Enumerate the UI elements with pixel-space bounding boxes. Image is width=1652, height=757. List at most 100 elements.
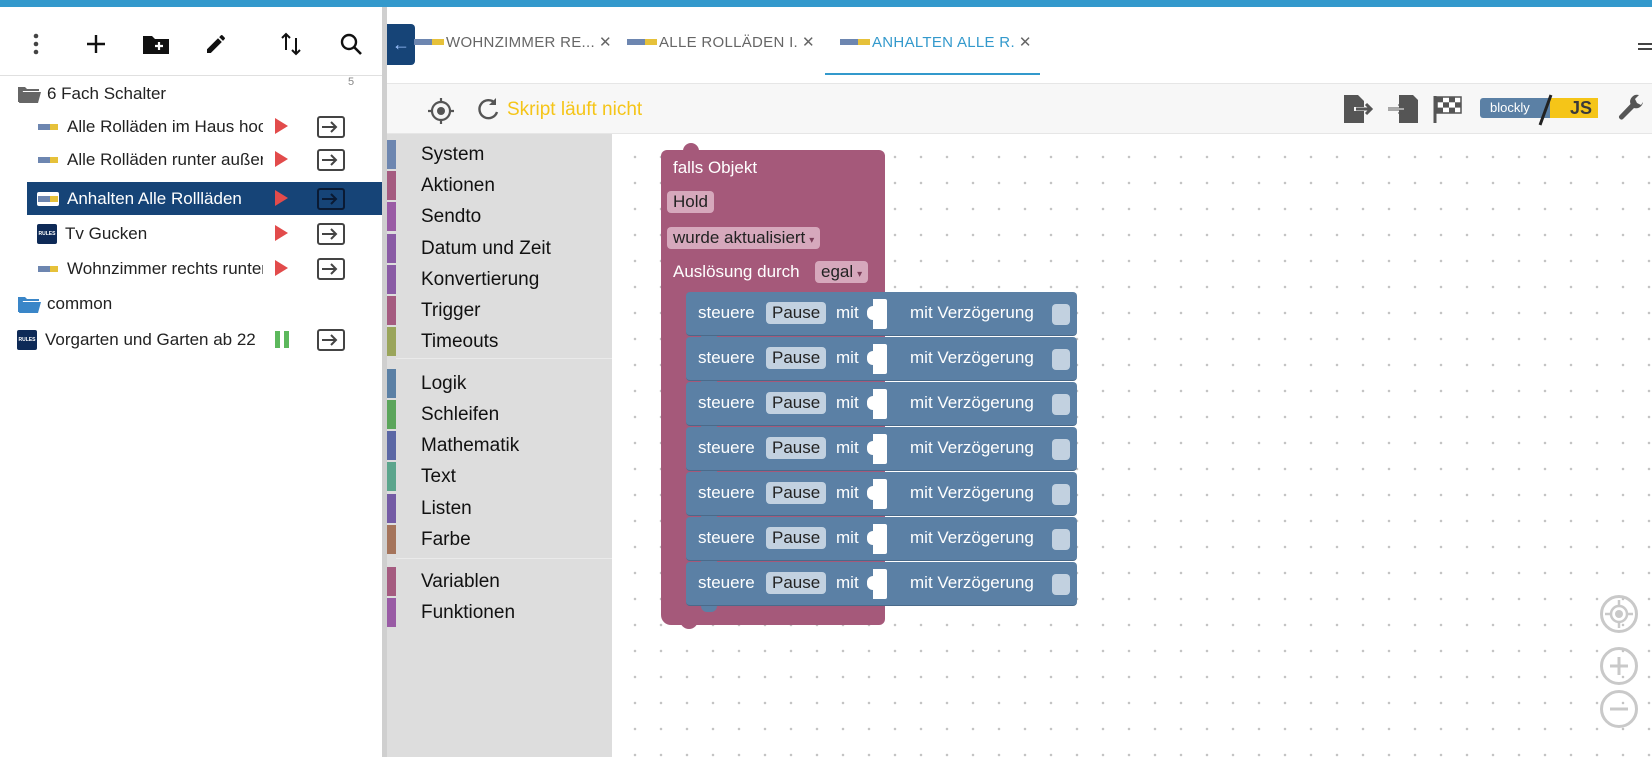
category-label: Datum und Zeit	[421, 237, 551, 259]
delay-checkbox[interactable]	[1052, 394, 1070, 415]
category-label: Timeouts	[421, 330, 499, 352]
condition-dropdown[interactable]: wurde aktualisiert ▾	[667, 227, 821, 249]
control-block[interactable]: steuere Pause mit mit Verzögerung	[686, 337, 1077, 381]
script-toolbar: Skript läuft nicht blockly JS	[387, 84, 1652, 134]
search-icon[interactable]	[336, 29, 366, 59]
tree-item-label: Wohnzimmer rechts runter	[67, 258, 263, 278]
toolbox-category[interactable]: Datum und Zeit	[387, 234, 612, 263]
value-socket[interactable]	[873, 389, 887, 419]
delay-label: mit Verzögerung	[910, 348, 1034, 367]
pause-icon[interactable]	[273, 330, 291, 349]
edit-pencil-icon[interactable]	[201, 29, 231, 59]
toolbox-category[interactable]: Funktionen	[387, 598, 612, 627]
toolbox-category[interactable]: Logik	[387, 369, 612, 398]
trigger-dropdown[interactable]: egal ▾	[815, 261, 869, 283]
object-id-field[interactable]: Pause	[766, 347, 827, 369]
object-id-field[interactable]: Pause	[766, 482, 827, 504]
toolbox-category[interactable]: Variablen	[387, 567, 612, 596]
control-label: steuere	[698, 393, 755, 412]
toolbox-category[interactable]: Text	[387, 462, 612, 491]
toolbox-category[interactable]: Konvertierung	[387, 265, 612, 294]
more-vert-icon[interactable]	[21, 29, 51, 59]
blockly-script-icon	[38, 265, 58, 272]
crosshair-icon[interactable]	[427, 97, 455, 125]
object-id-field[interactable]: Pause	[766, 302, 827, 324]
zoom-out-button[interactable]	[1600, 690, 1638, 728]
value-socket[interactable]	[873, 299, 887, 329]
close-icon[interactable]: ✕	[1019, 33, 1032, 51]
menu-icon[interactable]	[1638, 43, 1652, 45]
collapse-panel-button[interactable]: ←	[387, 24, 415, 65]
delay-checkbox[interactable]	[1052, 349, 1070, 370]
arrow-left-icon: ←	[392, 34, 410, 54]
tab-alle-rolladen[interactable]: ALLE ROLLÄDEN I. ✕	[627, 7, 815, 77]
object-id-field[interactable]: Pause	[766, 392, 827, 414]
export-icon[interactable]	[316, 115, 346, 139]
delay-label: mit Verzögerung	[910, 303, 1034, 322]
play-icon[interactable]	[275, 225, 288, 241]
wrench-icon[interactable]	[1617, 94, 1647, 124]
control-block[interactable]: steuere Pause mit mit Verzögerung	[686, 517, 1077, 561]
delay-checkbox[interactable]	[1052, 439, 1070, 460]
export-icon[interactable]	[316, 328, 346, 352]
value-socket[interactable]	[873, 569, 887, 599]
delay-checkbox[interactable]	[1052, 529, 1070, 550]
category-label: Konvertierung	[421, 268, 540, 290]
category-label: Logik	[421, 372, 467, 394]
tree-folder-row[interactable]: common	[0, 287, 382, 320]
toolbox-category[interactable]: Trigger	[387, 296, 612, 325]
control-block[interactable]: steuere Pause mit mit Verzögerung	[686, 292, 1077, 336]
close-icon[interactable]: ✕	[802, 33, 815, 51]
object-id-field[interactable]: Pause	[766, 572, 827, 594]
folder-open-icon	[18, 86, 41, 103]
control-block[interactable]: steuere Pause mit mit Verzögerung	[686, 562, 1077, 606]
export-file-icon[interactable]	[1342, 94, 1374, 124]
play-icon[interactable]	[275, 118, 288, 134]
control-block[interactable]: steuere Pause mit mit Verzögerung	[686, 427, 1077, 471]
export-icon[interactable]	[316, 222, 346, 246]
play-icon[interactable]	[275, 151, 288, 167]
tree-folder-row[interactable]: 6 Fach Schalter	[0, 77, 382, 110]
add-folder-icon[interactable]	[141, 29, 171, 59]
checkered-flag-icon[interactable]	[1432, 94, 1464, 124]
category-label: Text	[421, 465, 456, 487]
toolbox-category[interactable]: Farbe	[387, 525, 612, 554]
toolbox-category[interactable]: Timeouts	[387, 327, 612, 356]
delay-checkbox[interactable]	[1052, 574, 1070, 595]
toolbox-category[interactable]: Sendto	[387, 202, 612, 231]
control-block[interactable]: steuere Pause mit mit Verzögerung	[686, 472, 1077, 516]
object-id-field[interactable]: Hold	[667, 191, 714, 213]
category-label: Farbe	[421, 528, 471, 550]
toolbox-category[interactable]: Mathematik	[387, 431, 612, 460]
play-icon[interactable]	[275, 260, 288, 276]
sort-icon[interactable]	[276, 29, 306, 59]
value-socket[interactable]	[873, 434, 887, 464]
delay-checkbox[interactable]	[1052, 484, 1070, 505]
recenter-button[interactable]	[1600, 595, 1638, 633]
toolbox-category[interactable]: Schleifen	[387, 400, 612, 429]
control-block[interactable]: steuere Pause mit mit Verzögerung	[686, 382, 1077, 426]
refresh-icon[interactable]	[475, 96, 501, 122]
tab-anhalten[interactable]: ANHALTEN ALLE R. ✕	[840, 7, 1032, 77]
delay-checkbox[interactable]	[1052, 304, 1070, 325]
add-script-icon[interactable]	[81, 29, 111, 59]
export-icon[interactable]	[316, 148, 346, 172]
export-icon[interactable]	[316, 257, 346, 281]
zoom-in-button[interactable]	[1600, 647, 1638, 685]
tab-wohnzimmer[interactable]: WOHNZIMMER RE... ✕	[414, 7, 612, 77]
toolbox-category[interactable]: System	[387, 140, 612, 169]
value-socket[interactable]	[873, 524, 887, 554]
category-label: Mathematik	[421, 434, 520, 456]
value-socket[interactable]	[873, 479, 887, 509]
toolbox-category[interactable]: Aktionen	[387, 171, 612, 200]
blockly-js-toggle[interactable]: blockly JS	[1480, 94, 1598, 126]
import-file-icon[interactable]	[1387, 94, 1419, 124]
object-id-field[interactable]: Pause	[766, 527, 827, 549]
export-icon[interactable]	[316, 187, 346, 211]
toolbox-category[interactable]: Listen	[387, 494, 612, 523]
value-socket[interactable]	[873, 344, 887, 374]
play-icon[interactable]	[275, 190, 288, 206]
object-id-field[interactable]: Pause	[766, 437, 827, 459]
close-icon[interactable]: ✕	[599, 33, 612, 51]
tree-item-label: Alle Rolläden runter außer	[67, 149, 263, 169]
